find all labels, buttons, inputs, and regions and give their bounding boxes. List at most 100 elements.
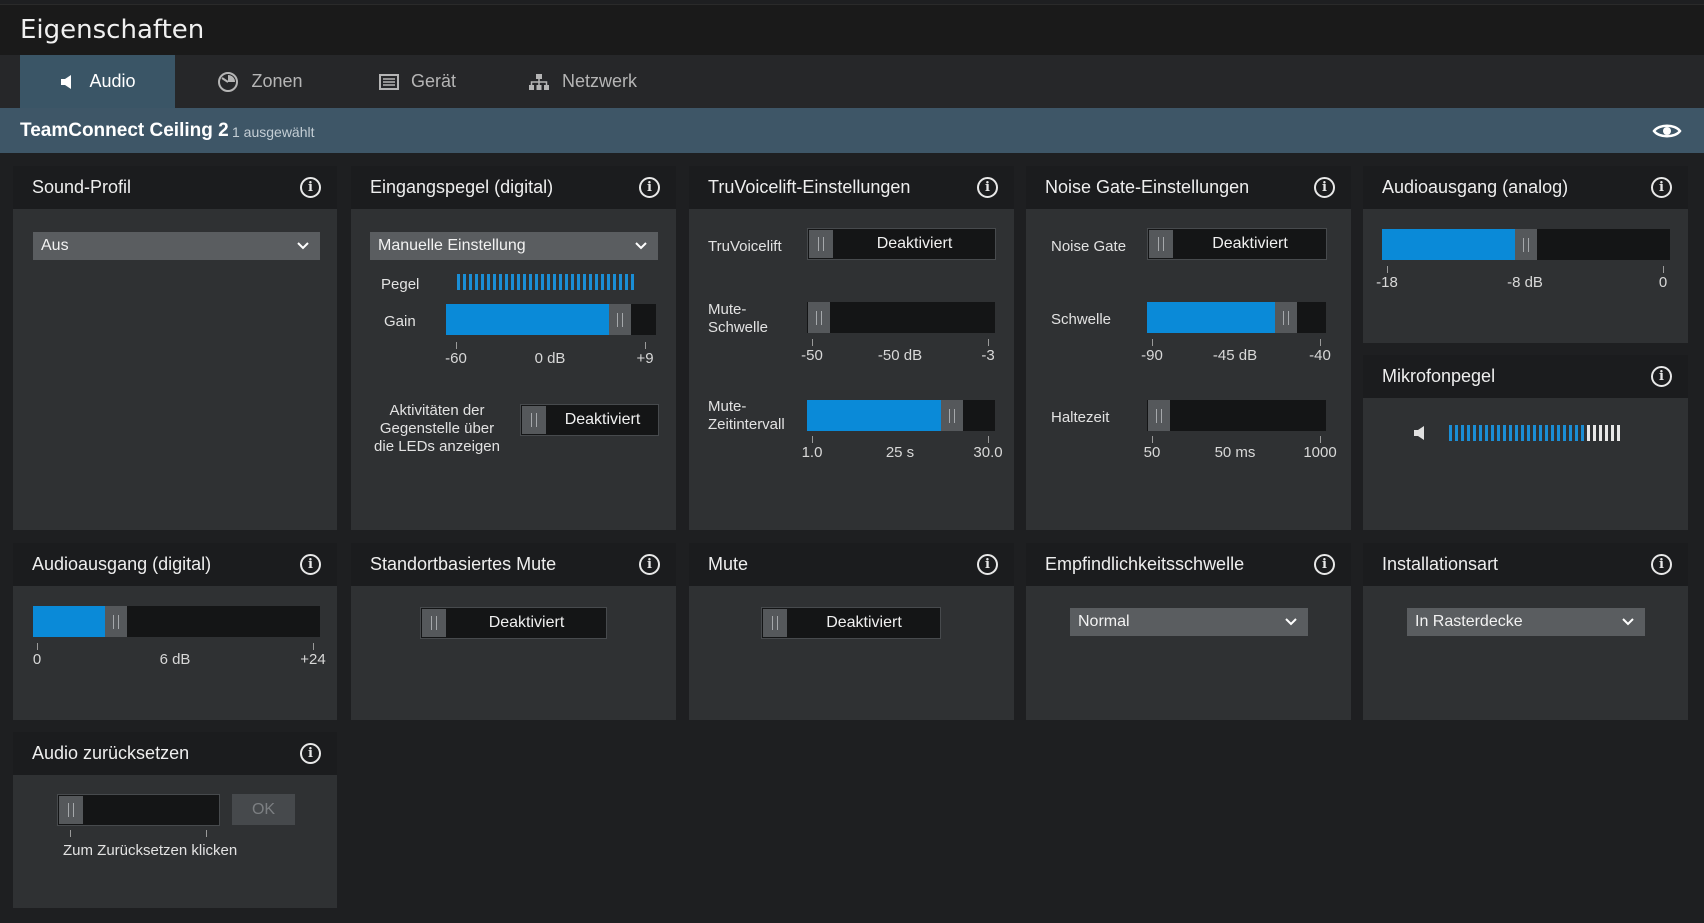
info-icon[interactable]: i xyxy=(639,177,660,198)
card-installation: Installationsart i In Rasterdecke xyxy=(1363,543,1688,720)
analog-value: -8 dB xyxy=(1507,274,1543,291)
meter-bar xyxy=(493,274,496,290)
info-icon[interactable]: i xyxy=(1651,366,1672,387)
meter-bar xyxy=(523,274,526,290)
card-title: Installationsart xyxy=(1382,554,1499,574)
info-icon[interactable]: i xyxy=(1314,177,1335,198)
analog-output-slider[interactable] xyxy=(1382,229,1670,260)
tab-zonen[interactable]: Zonen xyxy=(205,55,315,108)
meter-bar xyxy=(547,274,550,290)
info-icon[interactable]: i xyxy=(1314,554,1335,575)
tab-zonen-label: Zonen xyxy=(251,71,303,91)
zones-icon xyxy=(217,71,239,93)
meter-bar xyxy=(1461,425,1464,441)
gain-slider[interactable] xyxy=(446,304,656,335)
info-icon[interactable]: i xyxy=(639,554,660,575)
meter-bar xyxy=(1497,425,1500,441)
ng-threshold-slider[interactable] xyxy=(1147,302,1326,333)
input-mode-select[interactable]: Manuelle Einstellung xyxy=(370,232,658,260)
meter-bar xyxy=(511,274,514,290)
device-bar: TeamConnect Ceiling 2 1 ausgewählt xyxy=(0,108,1704,153)
card-title: Audioausgang (analog) xyxy=(1382,177,1569,197)
hold-value: 50 ms xyxy=(1214,444,1256,461)
meter-bar xyxy=(1449,425,1452,441)
slider-fill xyxy=(446,304,620,335)
meter-bar xyxy=(1467,425,1470,441)
meter-bar xyxy=(1455,425,1458,441)
card-audio-reset: Audio zurücksetzen i OK Zum Zurücksetzen… xyxy=(13,732,337,908)
interval-max: 30.0 xyxy=(973,444,1003,461)
info-icon[interactable]: i xyxy=(300,743,321,764)
noise-gate-label: Noise Gate xyxy=(1051,238,1127,255)
hold-min: 50 xyxy=(1143,444,1161,461)
meter-bar xyxy=(1551,425,1554,441)
card-noise-gate: Noise Gate-Einstellungen i Noise Gate De… xyxy=(1026,166,1351,530)
location-mute-toggle[interactable]: Deaktiviert xyxy=(420,607,607,639)
tab-bar: Audio Zonen Gerät Netzwerk xyxy=(0,55,1704,108)
input-level-meter xyxy=(457,274,634,290)
mute-toggle[interactable]: Deaktiviert xyxy=(761,607,941,639)
interval-min: 1.0 xyxy=(801,444,823,461)
slider-handle[interactable] xyxy=(808,302,830,333)
selection-count: 1 ausgewählt xyxy=(232,124,315,140)
meter-bar xyxy=(565,274,568,290)
truvoicelift-toggle[interactable]: Deaktiviert xyxy=(807,228,996,260)
tab-audio[interactable]: Audio xyxy=(20,55,175,108)
meter-bar xyxy=(481,274,484,290)
noise-gate-toggle[interactable]: Deaktiviert xyxy=(1147,228,1327,260)
card-header: Installationsart xyxy=(1363,543,1688,586)
info-icon[interactable]: i xyxy=(300,554,321,575)
info-icon[interactable]: i xyxy=(300,177,321,198)
slider-handle[interactable] xyxy=(608,304,631,335)
card-header: Mikrofonpegel xyxy=(1363,355,1688,398)
meter-bar xyxy=(499,274,502,290)
card-header: Sound-Profil xyxy=(13,166,337,209)
meter-bar xyxy=(571,274,574,290)
mute-threshold-slider[interactable] xyxy=(807,302,995,333)
info-icon[interactable]: i xyxy=(1651,554,1672,575)
led-toggle[interactable]: Deaktiviert xyxy=(520,404,659,436)
toggle-knob xyxy=(422,609,446,637)
slider-handle[interactable] xyxy=(1515,229,1537,260)
slider-fill xyxy=(1382,229,1526,260)
meter-bar xyxy=(1569,425,1572,441)
info-icon[interactable]: i xyxy=(1651,177,1672,198)
sound-profile-select[interactable]: Aus xyxy=(33,232,320,260)
meter-bar xyxy=(577,274,580,290)
card-mic-level: Mikrofonpegel i xyxy=(1363,355,1688,530)
meter-bar xyxy=(625,274,628,290)
meter-bar xyxy=(589,274,592,290)
ok-button[interactable]: OK xyxy=(232,794,295,825)
chevron-down-icon xyxy=(1621,614,1635,633)
info-icon[interactable]: i xyxy=(977,554,998,575)
device-icon xyxy=(378,73,399,90)
toggle-state: Deaktiviert xyxy=(1212,235,1288,252)
sensitivity-select[interactable]: Normal xyxy=(1070,608,1308,636)
card-sensitivity: Empfindlichkeitsschwelle i Normal xyxy=(1026,543,1351,720)
installation-select[interactable]: In Rasterdecke xyxy=(1407,608,1645,636)
eye-icon[interactable] xyxy=(1652,122,1682,145)
meter-bar xyxy=(1485,425,1488,441)
meter-bar xyxy=(583,274,586,290)
slider-handle[interactable] xyxy=(1148,400,1170,431)
title-bar: Eigenschaften xyxy=(0,4,1704,55)
reset-slide-toggle[interactable] xyxy=(57,794,220,826)
device-name: TeamConnect Ceiling 2 xyxy=(20,120,229,141)
card-location-mute: Standortbasiertes Mute i Deaktiviert xyxy=(351,543,676,720)
hold-time-slider[interactable] xyxy=(1147,400,1326,431)
digital-output-slider[interactable] xyxy=(33,606,320,637)
slider-handle[interactable] xyxy=(105,606,127,637)
tab-geraet[interactable]: Gerät xyxy=(365,55,470,108)
card-title: Empfindlichkeitsschwelle xyxy=(1045,554,1245,574)
mute-interval-slider[interactable] xyxy=(807,400,995,431)
analog-min: -18 xyxy=(1376,274,1398,291)
slider-handle[interactable] xyxy=(940,400,963,431)
tab-netzwerk-label: Netzwerk xyxy=(561,71,637,91)
slider-handle[interactable] xyxy=(1275,302,1298,333)
tab-netzwerk[interactable]: Netzwerk xyxy=(520,55,645,108)
ng-threshold-min: -90 xyxy=(1141,347,1163,364)
meter-bar xyxy=(1605,425,1608,441)
info-icon[interactable]: i xyxy=(977,177,998,198)
card-header: Audioausgang (digital) xyxy=(13,543,337,586)
meter-bar xyxy=(1503,425,1506,441)
